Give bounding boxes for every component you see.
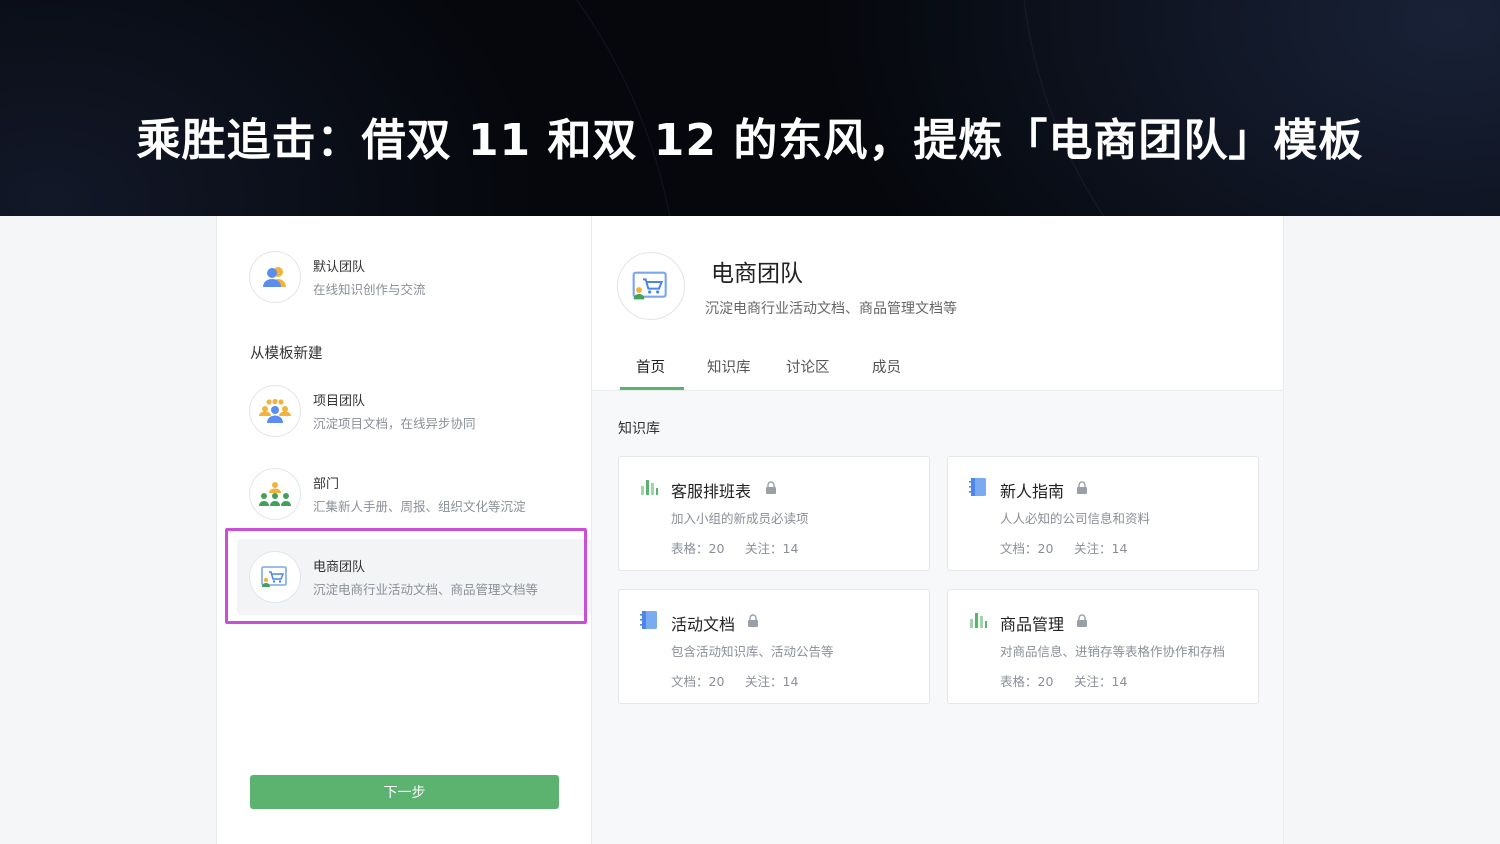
template-section-label: 从模板新建 (250, 346, 323, 362)
tab-members[interactable]: 成员 (872, 356, 901, 377)
template-item-project-team[interactable]: 项目团队 沉淀项目文档，在线异步协同 (237, 373, 591, 449)
card-count: 表格：20 (1000, 674, 1054, 689)
lock-icon (1077, 614, 1087, 627)
default-team-item[interactable]: 默认团队 在线知识创作与交流 (237, 239, 591, 315)
team-name: 项目团队 (313, 394, 366, 409)
tab-home[interactable]: 首页 (636, 356, 665, 377)
next-step-button[interactable]: 下一步 (250, 775, 559, 809)
title-banner: 乘胜追击：借双 11 和双 12 的东风，提炼「电商团队」模板 (0, 0, 1500, 216)
lock-icon (748, 614, 758, 627)
card-desc: 人人必知的公司信息和资料 (1000, 511, 1151, 526)
team-name: 默认团队 (313, 260, 366, 275)
team-sidebar: 默认团队 在线知识创作与交流 从模板新建 项目团队 沉淀项目文档，在线异步协同 … (216, 216, 592, 844)
card-follow-count: 关注：14 (1074, 541, 1128, 556)
card-desc: 对商品信息、进销存等表格作协作和存档 (1000, 644, 1226, 659)
people-icon (249, 251, 301, 303)
shop-icon (249, 551, 301, 603)
notebook-icon (969, 478, 986, 496)
card-title: 客服排班表 (671, 482, 752, 501)
card-follow-count: 关注：14 (745, 674, 799, 689)
card-desc: 包含活动知识库、活动公告等 (671, 644, 834, 659)
group-icon (249, 385, 301, 437)
template-item-ecommerce-team[interactable]: 电商团队 沉淀电商行业活动文档、商品管理文档等 (237, 539, 591, 615)
notebook-icon (640, 611, 657, 629)
shop-icon (617, 252, 685, 320)
team-description: 沉淀电商行业活动文档、商品管理文档等 (705, 301, 957, 317)
knowledge-base-card[interactable]: 新人指南 人人必知的公司信息和资料 文档：20 关注：14 (947, 456, 1259, 571)
team-name: 部门 (313, 477, 340, 492)
bar-chart-icon (641, 480, 658, 495)
card-title: 活动文档 (671, 615, 736, 634)
card-count: 表格：20 (671, 541, 725, 556)
card-follow-count: 关注：14 (745, 541, 799, 556)
team-title: 电商团队 (711, 261, 803, 287)
team-desc: 沉淀电商行业活动文档、商品管理文档等 (313, 582, 539, 597)
knowledge-base-card[interactable]: 活动文档 包含活动知识库、活动公告等 文档：20 关注：14 (618, 589, 930, 704)
banner-title: 乘胜追击：借双 11 和双 12 的东风，提炼「电商团队」模板 (136, 115, 1364, 166)
department-icon (249, 468, 301, 520)
team-preview-panel: 电商团队 沉淀电商行业活动文档、商品管理文档等 首页 知识库 讨论区 成员 知识… (592, 216, 1284, 844)
team-desc: 沉淀项目文档，在线异步协同 (313, 416, 476, 431)
team-desc: 汇集新人手册、周报、组织文化等沉淀 (313, 499, 526, 514)
tab-knowledge-base[interactable]: 知识库 (707, 356, 751, 377)
team-name: 电商团队 (313, 560, 366, 575)
lock-icon (766, 481, 776, 494)
tab-discussion[interactable]: 讨论区 (786, 356, 830, 377)
lock-icon (1077, 481, 1087, 494)
template-item-department[interactable]: 部门 汇集新人手册、周报、组织文化等沉淀 (237, 456, 591, 532)
knowledge-base-section-title: 知识库 (618, 421, 660, 437)
knowledge-base-card[interactable]: 客服排班表 加入小组的新成员必读项 表格：20 关注：14 (618, 456, 930, 571)
card-title: 商品管理 (1000, 615, 1065, 634)
app-window: 默认团队 在线知识创作与交流 从模板新建 项目团队 沉淀项目文档，在线异步协同 … (0, 216, 1500, 844)
active-tab-indicator (620, 387, 684, 390)
knowledge-base-card[interactable]: 商品管理 对商品信息、进销存等表格作协作和存档 表格：20 关注：14 (947, 589, 1259, 704)
team-header: 电商团队 沉淀电商行业活动文档、商品管理文档等 首页 知识库 讨论区 成员 (592, 216, 1283, 391)
card-count: 文档：20 (1000, 541, 1054, 556)
card-count: 文档：20 (671, 674, 725, 689)
team-desc: 在线知识创作与交流 (313, 282, 426, 297)
card-desc: 加入小组的新成员必读项 (671, 511, 809, 526)
card-follow-count: 关注：14 (1074, 674, 1128, 689)
card-title: 新人指南 (1000, 482, 1065, 501)
bar-chart-icon (970, 613, 987, 628)
